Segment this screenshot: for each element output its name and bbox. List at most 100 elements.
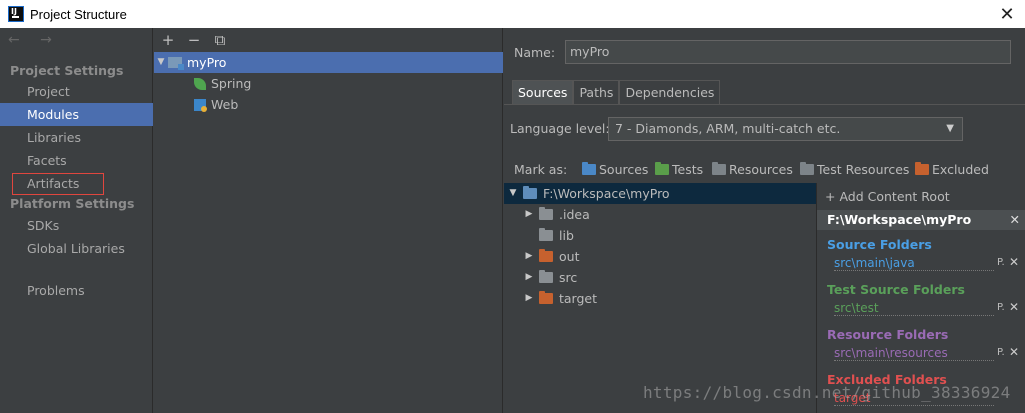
expand-triangle-icon[interactable]: ▶ <box>522 246 536 267</box>
edit-properties-icon[interactable]: P. <box>997 257 1005 268</box>
resource-folder-path: src\main\resources <box>834 346 994 361</box>
mark-as-resources-button[interactable]: Resources <box>712 162 793 177</box>
test-resources-folder-icon <box>800 162 814 175</box>
sidebar-item-libraries[interactable]: Libraries <box>0 126 153 149</box>
tree-item-content-root[interactable]: ▼ F:\Workspace\myPro <box>504 183 816 204</box>
expand-triangle-icon[interactable]: ▶ <box>522 288 536 309</box>
content-root-header: F:\Workspace\myPro ✕ <box>817 210 1025 230</box>
sidebar-item-modules[interactable]: Modules <box>0 103 153 126</box>
tree-item-src[interactable]: ▶ src <box>504 267 816 288</box>
add-module-button[interactable]: + <box>160 31 176 49</box>
tree-item-label: out <box>559 249 580 264</box>
tree-item-label: .idea <box>559 207 590 222</box>
edit-properties-icon[interactable]: P. <box>997 302 1005 313</box>
module-tabs: Sources Paths Dependencies <box>512 80 721 104</box>
spring-leaf-icon <box>194 77 206 90</box>
mark-as-excluded-button[interactable]: Excluded <box>915 162 989 177</box>
window-title: Project Structure <box>30 6 127 22</box>
expand-triangle-icon[interactable]: ▼ <box>154 52 168 73</box>
resources-folder-icon <box>712 162 726 175</box>
excluded-folder-icon <box>539 291 553 304</box>
tab-divider <box>504 104 1025 105</box>
sidebar-item-problems[interactable]: Problems <box>0 279 153 302</box>
copy-module-button[interactable]: ⧉ <box>212 31 228 49</box>
folder-icon <box>523 186 537 199</box>
close-window-button[interactable]: ✕ <box>997 4 1017 25</box>
intellij-app-icon <box>8 6 24 22</box>
settings-sidebar: ← → Project Settings Project Modules Lib… <box>0 28 153 413</box>
tree-item-target[interactable]: ▶ target <box>504 288 816 309</box>
title-bar: Project Structure ✕ <box>0 0 1025 28</box>
mark-as-sources-button[interactable]: Sources <box>582 162 648 177</box>
mark-as-label-text: Resources <box>729 162 793 177</box>
tree-item-label: src <box>559 270 578 285</box>
remove-folder-icon[interactable]: ✕ <box>1009 255 1019 269</box>
project-settings-heading: Project Settings <box>10 63 124 78</box>
test-source-folder-path: src\test <box>834 301 994 316</box>
tree-item-label: F:\Workspace\myPro <box>543 186 670 201</box>
name-label: Name: <box>514 45 556 60</box>
back-forward-arrows[interactable]: ← → <box>8 32 60 48</box>
mark-as-label-text: Tests <box>672 162 704 177</box>
sidebar-item-project[interactable]: Project <box>0 80 153 103</box>
module-tree-pane: + − ⧉ ▼ myPro Spring Web <box>154 28 503 413</box>
tree-item-label: target <box>559 291 598 306</box>
tests-folder-icon <box>655 162 669 175</box>
tree-item-out[interactable]: ▶ out <box>504 246 816 267</box>
mark-as-test-resources-button[interactable]: Test Resources <box>800 162 909 177</box>
tree-item-lib[interactable]: lib <box>504 225 816 246</box>
tree-item-mypro[interactable]: ▼ myPro <box>154 52 503 73</box>
tree-item-label: Web <box>211 97 239 112</box>
tree-item-spring[interactable]: Spring <box>154 73 503 94</box>
tree-item-label: Spring <box>211 76 252 91</box>
sidebar-item-global-libraries[interactable]: Global Libraries <box>0 237 153 260</box>
folder-icon <box>539 207 553 220</box>
language-level-value: 7 - Diamonds, ARM, multi-catch etc. <box>615 121 841 136</box>
add-content-root-button[interactable]: + Add Content Root <box>825 189 950 204</box>
mark-as-label-text: Sources <box>599 162 649 177</box>
resource-folders-title: Resource Folders <box>827 327 949 342</box>
web-facet-icon <box>194 98 207 112</box>
content-root-path: F:\Workspace\myPro <box>827 212 972 227</box>
sidebar-item-sdks[interactable]: SDKs <box>0 214 153 237</box>
mark-as-label-text: Test Resources <box>817 162 910 177</box>
remove-folder-icon[interactable]: ✕ <box>1009 345 1019 359</box>
module-name-input[interactable]: myPro <box>565 40 1011 64</box>
content-root-tree: ▼ F:\Workspace\myPro ▶ .idea lib ▶ out ▶… <box>504 183 816 413</box>
excluded-folder-icon <box>539 249 553 262</box>
remove-content-root-icon[interactable]: ✕ <box>1010 210 1020 230</box>
mark-as-label-text: Excluded <box>932 162 989 177</box>
tab-dependencies[interactable]: Dependencies <box>619 80 721 104</box>
remove-folder-icon[interactable]: ✕ <box>1009 300 1019 314</box>
edit-properties-icon[interactable]: P. <box>997 347 1005 358</box>
remove-module-button[interactable]: − <box>186 31 202 49</box>
source-folder-path: src\main\java <box>834 256 994 271</box>
module-toolbar: + − ⧉ <box>160 31 228 49</box>
language-level-label: Language level: <box>510 121 610 136</box>
tree-item-label: lib <box>559 228 574 243</box>
folder-icon <box>539 228 553 241</box>
expand-triangle-icon[interactable]: ▼ <box>506 183 520 204</box>
mark-as-label: Mark as: <box>514 162 568 177</box>
tree-item-idea[interactable]: ▶ .idea <box>504 204 816 225</box>
sidebar-item-facets[interactable]: Facets <box>0 149 153 172</box>
expand-triangle-icon[interactable]: ▶ <box>522 267 536 288</box>
chevron-down-icon: ▼ <box>946 123 954 134</box>
module-details-pane: Name: myPro Sources Paths Dependencies L… <box>504 28 1025 413</box>
tab-sources[interactable]: Sources <box>512 80 574 104</box>
mark-as-tests-button[interactable]: Tests <box>655 162 703 177</box>
source-folders-title: Source Folders <box>827 237 932 252</box>
module-icon <box>168 57 184 70</box>
test-source-folders-title: Test Source Folders <box>827 282 965 297</box>
expand-triangle-icon[interactable]: ▶ <box>522 204 536 225</box>
tree-item-label: myPro <box>187 55 227 70</box>
language-level-select[interactable]: 7 - Diamonds, ARM, multi-catch etc. ▼ <box>608 117 963 141</box>
artifacts-highlight-box <box>12 173 104 195</box>
excluded-folder-icon <box>915 162 929 175</box>
content-root-panel: + Add Content Root F:\Workspace\myPro ✕ … <box>816 183 1025 413</box>
platform-settings-heading: Platform Settings <box>10 196 135 211</box>
tree-item-web[interactable]: Web <box>154 94 503 115</box>
tab-paths[interactable]: Paths <box>573 80 620 104</box>
sources-folder-icon <box>582 162 596 175</box>
folder-icon <box>539 270 553 283</box>
